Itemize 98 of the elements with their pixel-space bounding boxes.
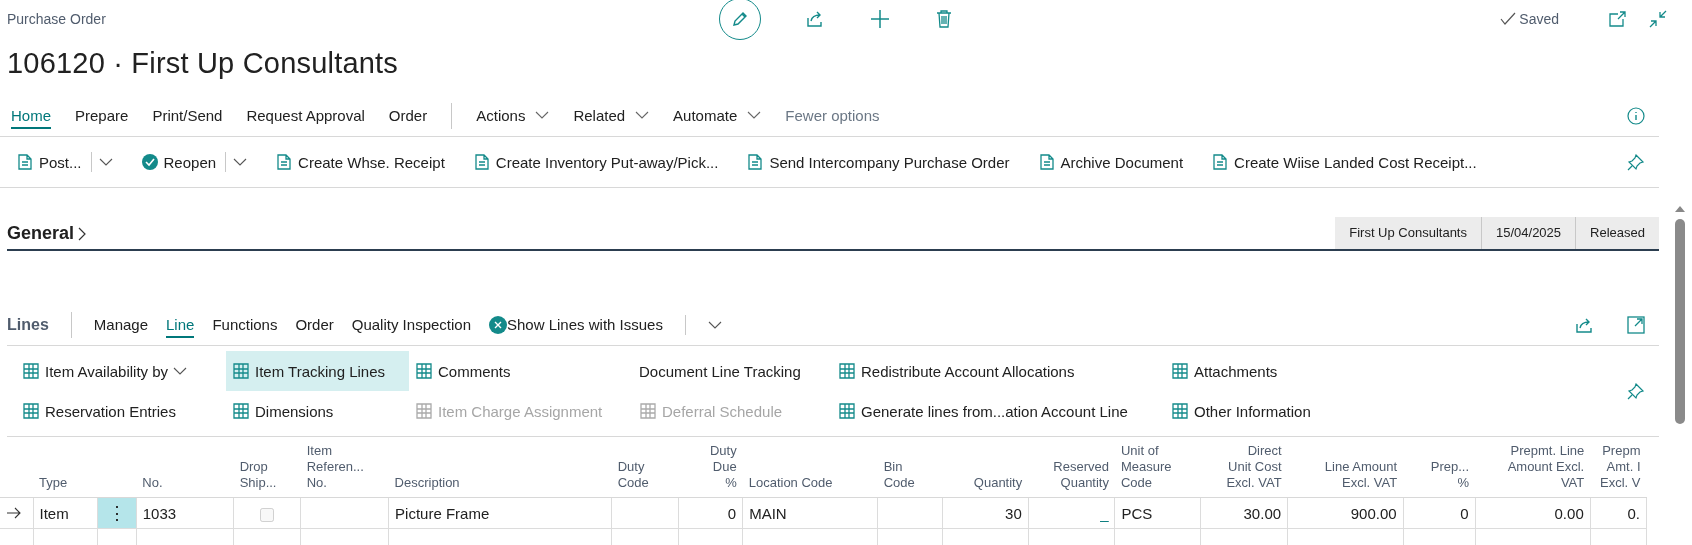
summary-badge: First Up Consultants [1335,217,1481,249]
line-action-button[interactable]: Reservation Entries [16,391,226,431]
column-header[interactable]: Prepmt. Line Amount Excl. VAT [1475,437,1591,498]
fewer-options-link[interactable]: Fewer options [785,103,880,129]
menu-dropdown[interactable]: Actions [476,103,550,129]
chevron-down-icon[interactable] [707,321,722,329]
line-action-button[interactable]: Item Tracking Lines [226,351,409,391]
row-menu-button[interactable]: ⋮ [98,499,136,527]
pin-icon[interactable] [1627,153,1645,171]
table-link[interactable]: _ [1100,504,1109,522]
chevron-right-icon [77,225,88,242]
collapse-icon[interactable] [1649,10,1667,28]
section-title[interactable]: General [7,223,88,244]
plus-icon[interactable] [869,8,891,30]
action-button[interactable]: Send Intercompany Purchase Order [746,153,1010,171]
table-cell: PCS [1121,504,1153,522]
table-cell: 900.00 [1350,504,1397,522]
line-action-button[interactable]: Document Line Tracking [633,351,832,391]
menu-tab[interactable]: Home [11,103,51,129]
close-circle-icon[interactable] [489,316,507,334]
share-icon[interactable] [1575,316,1595,334]
column-header[interactable]: Description [388,437,612,498]
chevron-down-icon [173,367,188,375]
column-header[interactable]: Direct Unit Cost Excl. VAT [1200,437,1288,498]
table-cell: Picture Frame [395,504,490,522]
table-cell: Item [39,504,69,522]
table-cell: 30 [1005,504,1022,522]
page-title: 106120 · First Up Consultants [7,47,400,81]
column-header[interactable]: Duty Due % [678,437,743,498]
table-cell: 0. [1627,504,1640,522]
lines-tab[interactable]: Quality Inspection [351,312,471,338]
grid-icon [22,402,40,420]
action-button[interactable]: Reopen [140,152,248,172]
summary-badge: Released [1575,217,1659,249]
line-action-button[interactable]: Redistribute Account Allocations [832,351,1165,391]
column-header[interactable]: Unit of Measure Code [1115,437,1201,498]
action-button[interactable]: Create Inventory Put-away/Pick... [472,153,719,171]
column-header[interactable]: Location Code [742,437,878,498]
line-action-button[interactable]: Attachments [1165,351,1345,391]
page-caption: Purchase Order [7,11,107,27]
grid-icon [22,362,40,380]
action-button[interactable]: Archive Document [1037,153,1184,171]
table-cell: 1033 [142,504,177,522]
column-header[interactable]: Reserved Quantity [1028,437,1115,498]
filter-button[interactable]: Show Lines with Issues [507,312,663,338]
lines-tab[interactable]: Manage [93,312,148,338]
expand-icon[interactable] [1627,316,1645,334]
lines-tab[interactable]: Line [166,312,195,338]
delete-icon[interactable] [935,9,953,29]
chevron-down-icon [747,111,762,119]
column-header[interactable]: Line Amount Excl. VAT [1287,437,1404,498]
column-header[interactable]: Prepm Amt. I Excl. V [1590,437,1647,498]
table-cell: 30.00 [1243,504,1282,522]
pin-icon[interactable] [1627,382,1645,400]
open-in-new-window-icon[interactable] [1608,11,1626,27]
share-icon[interactable] [805,9,825,29]
column-header[interactable]: Duty Code [611,437,679,498]
column-header[interactable]: No. [136,437,234,498]
table-cell: 0 [1460,504,1469,522]
grid-icon [232,362,250,380]
action-button[interactable]: Post... [16,152,113,172]
column-header[interactable]: Quantity [942,437,1029,498]
lines-tab[interactable]: Functions [212,312,278,338]
menu-tab[interactable]: Order [388,103,428,129]
action-button[interactable]: Create Whse. Receipt [275,153,445,171]
save-status: Saved [1519,11,1559,27]
chevron-down-icon[interactable] [233,158,248,166]
menu-tab[interactable]: Print/Send [152,103,223,129]
column-header[interactable]: Type [33,437,98,498]
menu-tab[interactable]: Request Approval [246,103,365,129]
line-action-button[interactable]: Other Information [1165,391,1345,431]
column-header[interactable]: Drop Ship... [233,437,301,498]
table-cell: MAIN [749,504,787,522]
grid-icon [838,362,856,380]
line-action-button[interactable]: Comments [409,351,633,391]
check-icon [1500,12,1517,26]
menu-tab[interactable]: Prepare [75,103,129,129]
check-circle-icon [140,153,159,171]
line-action-button[interactable]: Generate lines from...ation Account Line [832,391,1165,431]
column-header[interactable]: Item Referen... No. [300,437,389,498]
action-button[interactable]: Create Wiise Landed Cost Receipt... [1211,153,1477,171]
column-header[interactable]: Prep... % [1403,437,1476,498]
chevron-down-icon [635,111,650,119]
menu-dropdown[interactable]: Related [573,103,650,129]
chevron-down-icon [535,111,550,119]
info-icon[interactable] [1627,107,1645,125]
table-cell: 0.00 [1554,504,1584,522]
column-header[interactable]: Bin Code [877,437,943,498]
chevron-down-icon[interactable] [98,158,113,166]
menu-dropdown[interactable]: Automate [673,103,762,129]
scroll-up-arrow-icon[interactable] [1674,205,1686,213]
table-cell: 0 [727,504,737,522]
lines-tab[interactable]: Order [295,312,334,338]
summary-badge: 15/04/2025 [1481,217,1576,249]
grid-icon [639,402,657,420]
section-title: Lines [7,316,49,334]
line-action-button[interactable]: Item Availability by [16,351,226,391]
line-action-button[interactable]: Dimensions [226,391,409,431]
